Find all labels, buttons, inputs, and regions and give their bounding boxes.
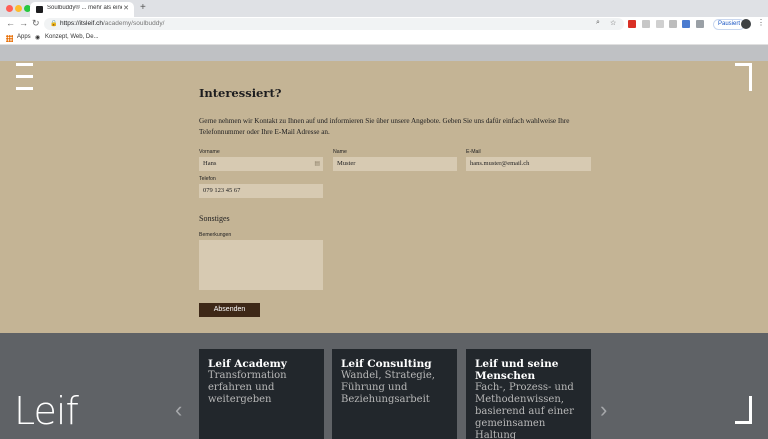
bookmark-konzept[interactable]: Konzept, Web, De... [45, 34, 99, 40]
card-subtitle: Fach-, Prozess- und Methodenwissen, basi… [475, 382, 574, 439]
apps-grid-icon[interactable] [6, 35, 13, 42]
profile-avatar[interactable] [741, 19, 751, 29]
cast-icon[interactable] [669, 20, 677, 28]
name-field: Name Muster [333, 149, 457, 171]
chevron-right-icon[interactable]: › [600, 397, 607, 423]
card-title: Leif und seine Menschen [475, 358, 559, 382]
bemerkungen-textarea[interactable] [199, 240, 323, 290]
bemerkungen-label: Bemerkungen [199, 232, 232, 238]
url-text: https://itsleif.ch/academy/soulbuddy/ [60, 20, 165, 27]
footer-section: Leif ‹ Leif Academy Transformation erfah… [0, 333, 768, 439]
telefon-field: Telefon 079 123 45 67 [199, 176, 323, 198]
browser-tab-bar: Soulbuddy® ... mehr als eine C... ✕ + [0, 0, 768, 17]
card-subtitle: Transformation erfahren und weitergeben [208, 370, 287, 405]
card-menschen[interactable]: Leif und seine Menschen Fach-, Prozess- … [466, 349, 591, 439]
header-band [0, 45, 768, 61]
card-academy[interactable]: Leif Academy Transformation erfahren und… [199, 349, 324, 439]
close-window-icon[interactable] [6, 5, 13, 12]
extension-icon[interactable] [696, 20, 704, 28]
email-label: E-Mail [466, 149, 481, 155]
bemerkungen-field: Bemerkungen [199, 232, 323, 290]
address-bar[interactable]: 🔒 https://itsleif.ch/academy/soulbuddy/ … [44, 18, 624, 30]
vorname-value: Hans [203, 160, 217, 167]
forward-icon[interactable]: → [19, 18, 28, 28]
extension-icon[interactable] [628, 20, 636, 28]
email-value: hans.muster@email.ch [470, 160, 530, 167]
hamburger-menu-icon[interactable] [16, 63, 33, 91]
form-intro: Gerne nehmen wir Kontakt zu Ihnen auf un… [199, 117, 570, 136]
bookmark-folder-icon: ◉ [35, 35, 41, 41]
chevron-left-icon[interactable]: ‹ [175, 397, 182, 423]
autofill-icon[interactable]: ▤ [314, 160, 320, 167]
favicon-icon [36, 6, 43, 13]
leif-logo[interactable]: Leif [14, 389, 79, 433]
corner-bracket-top [735, 63, 752, 91]
extension-icon[interactable] [642, 20, 650, 28]
submit-button[interactable]: Absenden [199, 303, 260, 317]
reload-icon[interactable]: ↻ [32, 18, 40, 29]
browser-tab[interactable]: Soulbuddy® ... mehr als eine C... ✕ [30, 2, 134, 17]
contact-form: Interessiert? Gerne nehmen wir Kontakt z… [199, 86, 594, 317]
card-subtitle: Wandel, Strategie, Führung und Beziehung… [341, 370, 435, 405]
bookmark-star-icon[interactable]: ☆ [610, 19, 616, 27]
back-icon[interactable]: ← [6, 18, 15, 28]
tab-title: Soulbuddy® ... mehr als eine C... [47, 5, 122, 11]
email-input[interactable]: hans.muster@email.ch [466, 157, 591, 171]
browser-toolbar: ← → ↻ 🔒 https://itsleif.ch/academy/soulb… [0, 17, 768, 32]
telefon-label: Telefon [199, 176, 216, 182]
telefon-input[interactable]: 079 123 45 67 [199, 184, 323, 198]
extension-icon[interactable] [656, 20, 664, 28]
new-tab-icon[interactable]: + [140, 2, 146, 13]
telefon-value: 079 123 45 67 [203, 187, 241, 194]
bookmark-apps[interactable]: Apps [17, 34, 31, 40]
lock-icon: 🔒 [50, 21, 58, 27]
tab-close-icon[interactable]: ✕ [123, 4, 129, 12]
zoom-icon[interactable]: ⌕ [596, 19, 600, 27]
card-title: Leif Consulting [341, 358, 432, 370]
vorname-input[interactable]: Hans ▤ [199, 157, 323, 171]
browser-menu-icon[interactable]: ⋮ [757, 18, 765, 27]
corner-bracket-bottom [735, 396, 752, 424]
email-field: E-Mail hans.muster@email.ch [466, 149, 591, 171]
vorname-label: Vorname [199, 149, 220, 155]
bookmarks-bar: Apps ◉ Konzept, Web, De... [0, 32, 768, 45]
minimize-window-icon[interactable] [15, 5, 22, 12]
section-heading-sonstiges: Sonstiges [199, 214, 230, 223]
name-label: Name [333, 149, 347, 155]
name-value: Muster [337, 160, 356, 167]
form-heading: Interessiert? [199, 86, 282, 100]
vorname-field: Vorname Hans ▤ [199, 149, 323, 171]
card-title: Leif Academy [208, 358, 287, 370]
name-input[interactable]: Muster [333, 157, 457, 171]
extension-icon[interactable] [682, 20, 690, 28]
card-consulting[interactable]: Leif Consulting Wandel, Strategie, Führu… [332, 349, 457, 439]
